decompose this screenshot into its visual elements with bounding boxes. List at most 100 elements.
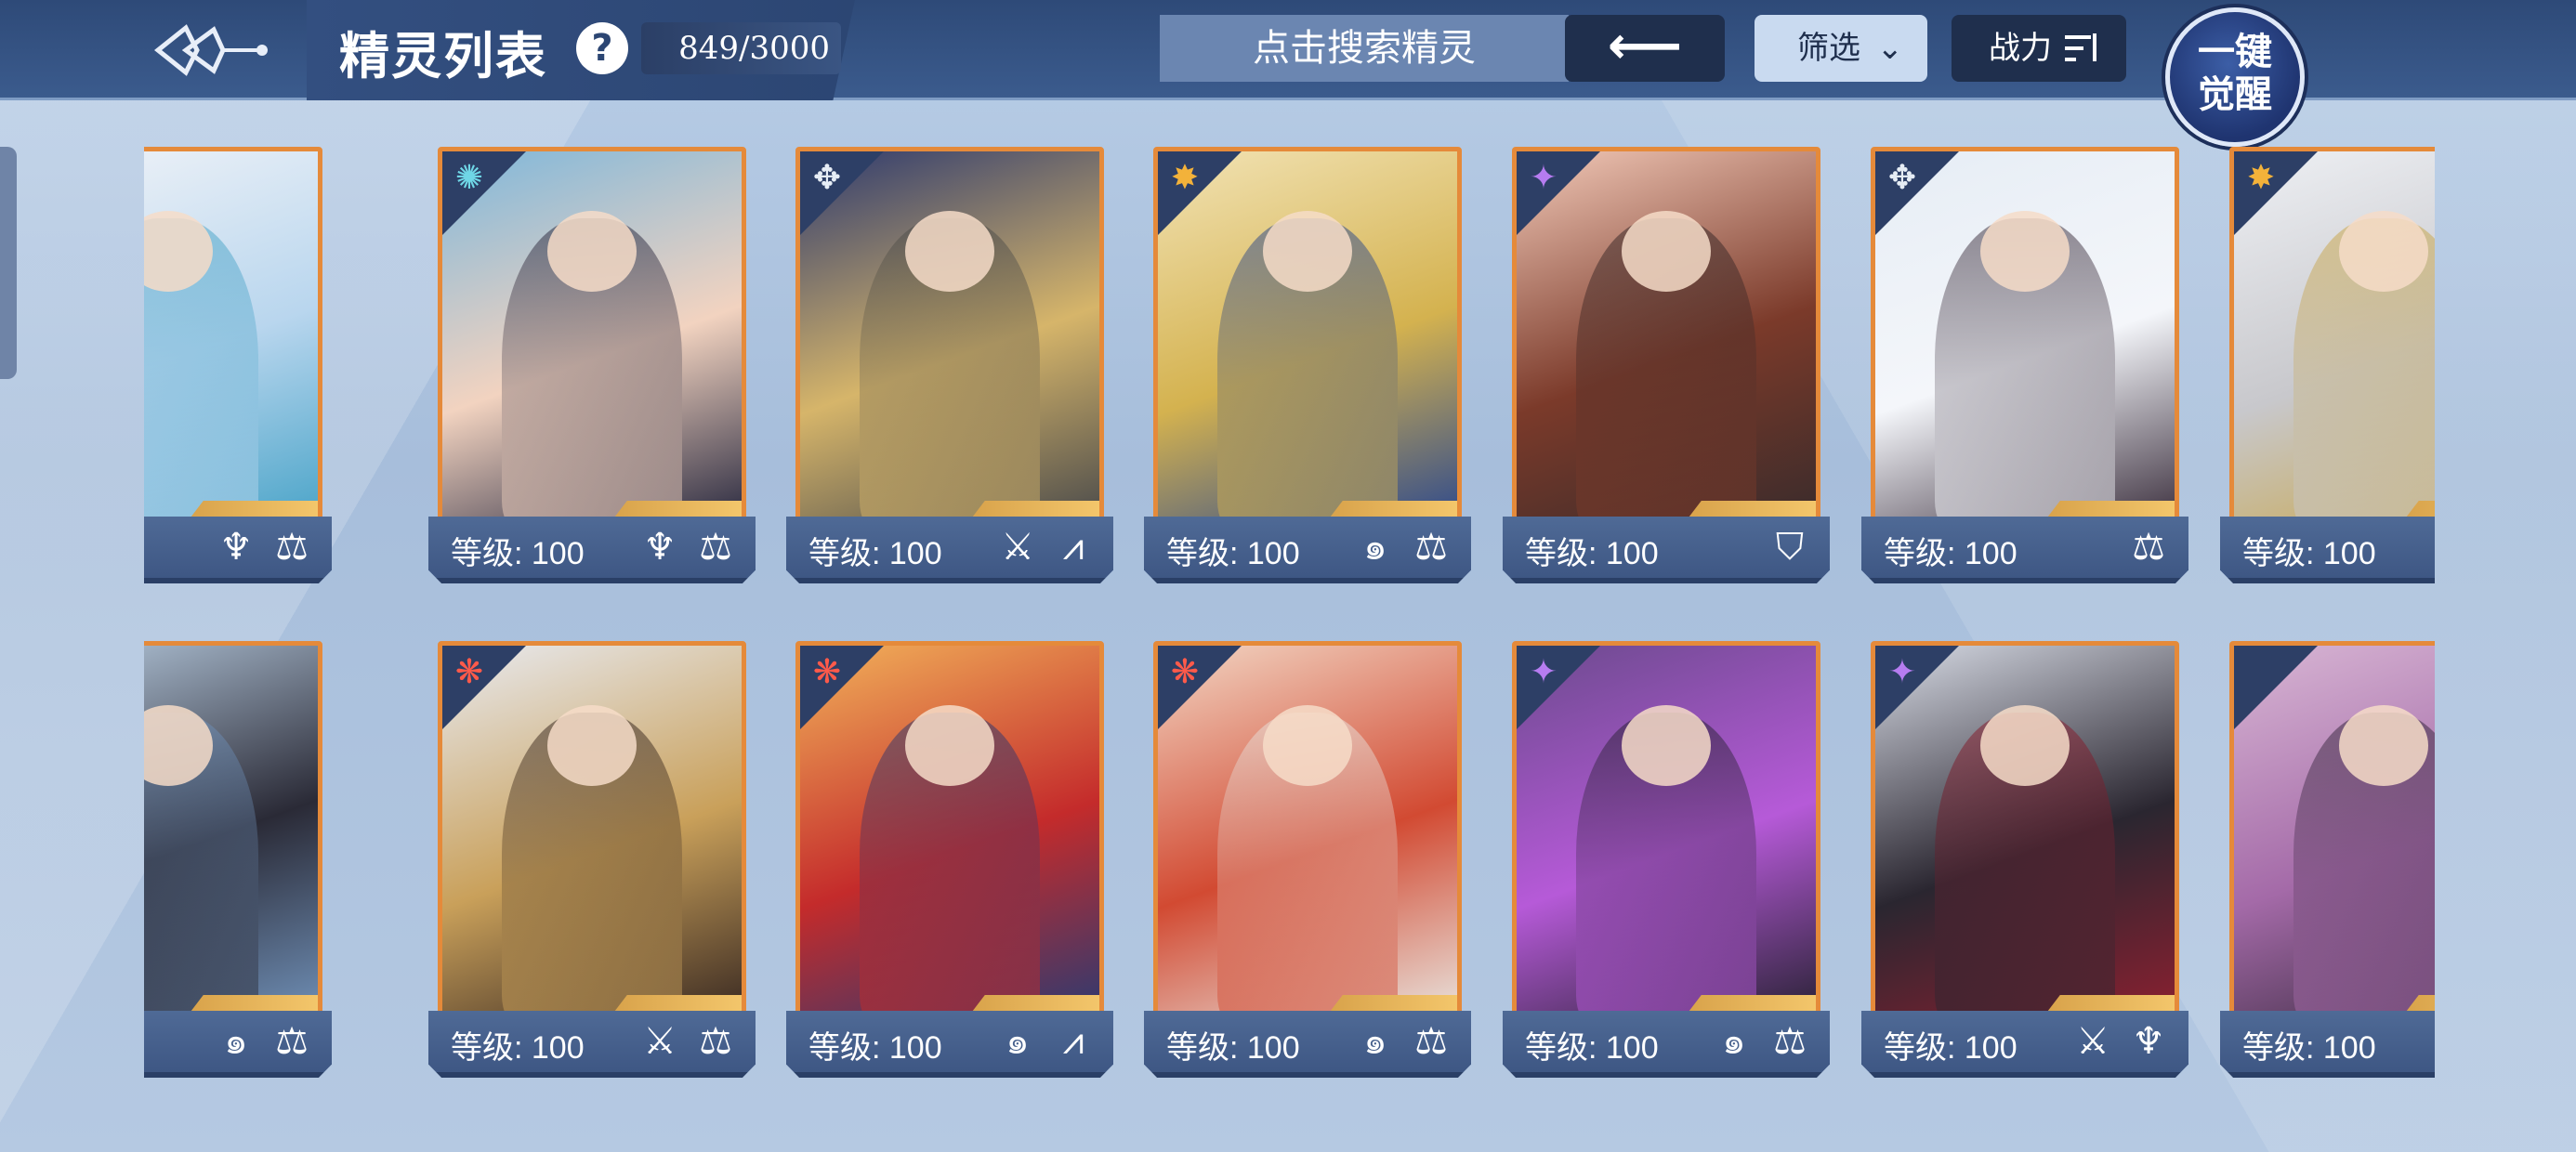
crossed-swords-icon: ⚔: [643, 1020, 677, 1063]
scales-icon: ⚖: [1773, 1020, 1807, 1063]
card-info-bar: 等级: 100๑: [2220, 1011, 2435, 1078]
spirit-portrait: ✦: [1871, 641, 2179, 1020]
spiral-icon: ๑: [224, 1020, 248, 1063]
level-label: 等级: 100: [1884, 536, 2017, 571]
spirit-card[interactable]: ❋ 等级: 100 ๑ ⚖: [1144, 641, 1471, 1085]
card-info-bar: 等级: 100 ๑ ⩘: [786, 1011, 1113, 1078]
wind-element-icon: ✥: [1887, 159, 1917, 197]
scales-icon: ⚖: [2132, 526, 2165, 569]
spiral-icon: ๑: [1363, 526, 1387, 569]
scroll-handle[interactable]: [0, 147, 17, 379]
spirit-portrait: ✺: [438, 147, 746, 526]
spirit-card[interactable]: ✥ 等级: 100 ⚖: [1861, 147, 2188, 591]
page-title: 精灵列表: [339, 26, 547, 85]
level-label: 等级: 100: [1166, 536, 1300, 571]
card-info-bar: 等级: 100 ๑ ⚖: [1503, 1011, 1830, 1078]
scales-icon: ⚖: [1414, 1020, 1448, 1063]
card-info-bar: 等级: 100 ⚔ ♆: [1861, 1011, 2188, 1078]
help-button[interactable]: ?: [576, 22, 628, 74]
card-info-bar: 等级: 100 ⚔ ⩘: [786, 517, 1113, 583]
spirit-portrait: ✸: [1153, 147, 1462, 526]
card-info-bar: 等级: 100๑: [2220, 517, 2435, 583]
trident-icon: ♆: [643, 526, 677, 569]
level-label: 等级: 100: [808, 536, 942, 571]
spirit-portrait: ❋: [438, 641, 746, 1020]
card-info-bar: 等级: 100 ๑ ⚖: [1144, 1011, 1471, 1078]
spirit-portrait: ✥: [795, 147, 1104, 526]
spirit-card[interactable]: ❋ 等级: 100 ⚔ ⚖: [428, 641, 756, 1085]
claw-icon: ⩘: [1062, 1020, 1084, 1063]
scales-icon: ⚖: [275, 1020, 309, 1063]
one-click-awaken-button[interactable]: 一键 觉醒: [2165, 7, 2305, 147]
spirit-card[interactable]: ✸ 等级: 100๑: [2220, 147, 2435, 591]
dark-element-icon: ✦: [1529, 653, 1558, 691]
spirit-card[interactable]: ✥ 等级: 100 ⚔ ⩘: [786, 147, 1113, 591]
spirit-portrait: ❋: [1153, 641, 1462, 1020]
filter-button[interactable]: 筛选 ⌄: [1755, 15, 1927, 82]
level-label: 等级: 100: [2242, 536, 2376, 571]
awaken-line1: 一键: [2198, 30, 2272, 73]
spirit-portrait: ✸: [2229, 147, 2435, 526]
level-label: 等级: 100: [808, 1030, 942, 1066]
sort-label: 战力: [1989, 30, 2052, 67]
level-label: 等级: 100: [1166, 1030, 1300, 1066]
grass-element-icon: [2240, 651, 2282, 694]
scales-icon: ⚖: [699, 1020, 732, 1063]
card-info-bar: 等级: 100 ⚖: [1861, 517, 2188, 583]
spirit-card[interactable]: ✦ 等级: 100 ๑ ⚖: [1503, 641, 1830, 1085]
spirit-card[interactable]: ❋ 等级: 100 ๑ ⩘: [786, 641, 1113, 1085]
spirit-portrait: ✦: [1512, 147, 1820, 526]
spiral-icon: ๑: [1005, 1020, 1030, 1063]
spirit-count: 849/3000: [641, 22, 841, 74]
claw-icon: ⩘: [1062, 526, 1084, 569]
spirit-portrait: [144, 147, 322, 526]
spirit-emblem-icon: [153, 24, 268, 76]
card-info-bar: 等级: 100 ⚔ ⚖: [428, 1011, 756, 1078]
spirit-card[interactable]: ✦ 等级: 100 ⛉: [1503, 147, 1830, 591]
awaken-line2: 觉醒: [2198, 72, 2272, 116]
level-label: 等级: 100: [451, 536, 585, 571]
level-label: 等级: 100: [1525, 536, 1659, 571]
sort-power-button[interactable]: 战力: [1952, 15, 2126, 82]
spirit-card[interactable]: 等级: 100๑: [2220, 641, 2435, 1085]
spirit-portrait: ❋: [795, 641, 1104, 1020]
trident-icon: ♆: [219, 526, 253, 569]
scales-book-icon: ⚖: [275, 526, 309, 569]
fire-element-icon: ❋: [1170, 653, 1200, 691]
trident-icon: ♆: [2132, 1020, 2165, 1063]
shield-icon: ⛉: [1776, 526, 1804, 569]
light-element-icon: ✸: [2246, 159, 2276, 197]
spirit-portrait: ✥: [1871, 147, 2179, 526]
dark-element-icon: ✦: [1529, 159, 1558, 197]
card-info-bar: 等级: 100 ⛉: [1503, 517, 1830, 583]
sort-descending-icon: [2065, 33, 2096, 61]
spirit-card[interactable]: ✸ 等级: 100 ๑ ⚖: [1144, 147, 1471, 591]
spiral-icon: ๑: [1722, 1020, 1746, 1063]
chevron-double-down-icon: ⌄: [1876, 30, 1904, 67]
card-info-bar: 等级: 100 ♆ ⚖: [428, 517, 756, 583]
spirit-portrait: ✦: [1512, 641, 1820, 1020]
search-input[interactable]: 点击搜索精灵: [1160, 15, 1569, 82]
spirit-portrait: [2229, 641, 2435, 1020]
fire-element-icon: ❋: [454, 653, 484, 691]
level-label: 等级: 100: [1525, 1030, 1659, 1066]
dark-element-icon: ✦: [1887, 653, 1917, 691]
spirit-portrait: [144, 641, 322, 1020]
spirit-card[interactable]: : 100♆⚖: [144, 147, 332, 591]
water-element-icon: ✺: [454, 159, 484, 197]
spirit-grid: : 100♆⚖✺等级: 100♆⚖✥等级: 100⚔⩘✸等级: 100๑⚖✦等级…: [144, 147, 2435, 1094]
scales-book-icon: ⚖: [699, 526, 732, 569]
wind-element-icon: ✥: [812, 159, 842, 197]
spirit-card[interactable]: ✦ 等级: 100 ⚔ ♆: [1861, 641, 2188, 1085]
spiral-icon: ๑: [1363, 1020, 1387, 1063]
spirit-card[interactable]: ✺ 等级: 100 ♆ ⚖: [428, 147, 756, 591]
level-label: 等级: 100: [451, 1030, 585, 1066]
back-arrow-button[interactable]: ⟵: [1565, 15, 1725, 82]
scales-book-icon: ⚖: [1414, 526, 1448, 569]
card-info-bar: 等级: 100 ๑ ⚖: [1144, 517, 1471, 583]
filter-label: 筛选: [1797, 30, 1860, 67]
spirit-card[interactable]: : 100๑⚖: [144, 641, 332, 1085]
level-label: 等级: 100: [2242, 1030, 2376, 1066]
fire-element-icon: ❋: [812, 653, 842, 691]
crossed-swords-icon: ⚔: [1001, 526, 1034, 569]
